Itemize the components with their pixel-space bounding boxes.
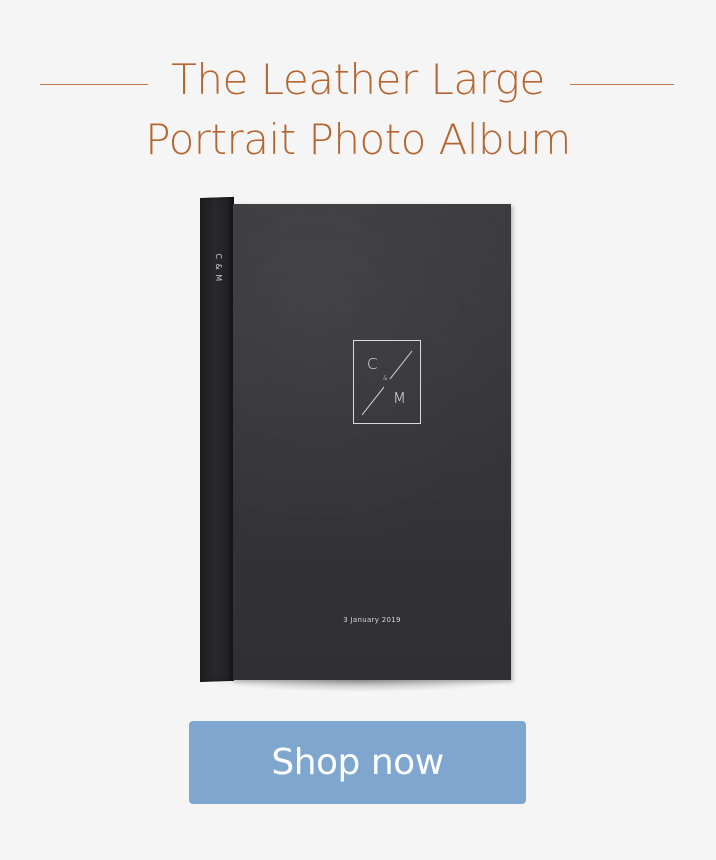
monogram-diagonals	[361, 350, 413, 416]
title-line-2: Portrait Photo Album	[145, 115, 571, 164]
spine-monogram: C & M	[214, 253, 223, 283]
album-date: 3 January 2019	[343, 616, 401, 624]
monogram-letter-c: C	[367, 355, 378, 373]
shop-now-button[interactable]: Shop now	[189, 721, 526, 804]
album-spine: C & M	[200, 196, 234, 683]
monogram-letter-m: M	[393, 389, 406, 407]
album-cover: C & M 3 January 2019	[232, 204, 511, 680]
monogram-emblem: C & M	[353, 340, 421, 424]
photo-album-image: C & M C & M 3 January 2019	[196, 194, 520, 694]
page-title: The Leather Large Portrait Photo Album	[0, 50, 716, 170]
monogram-ampersand: &	[383, 375, 388, 382]
title-line-1: The Leather Large	[171, 55, 545, 104]
